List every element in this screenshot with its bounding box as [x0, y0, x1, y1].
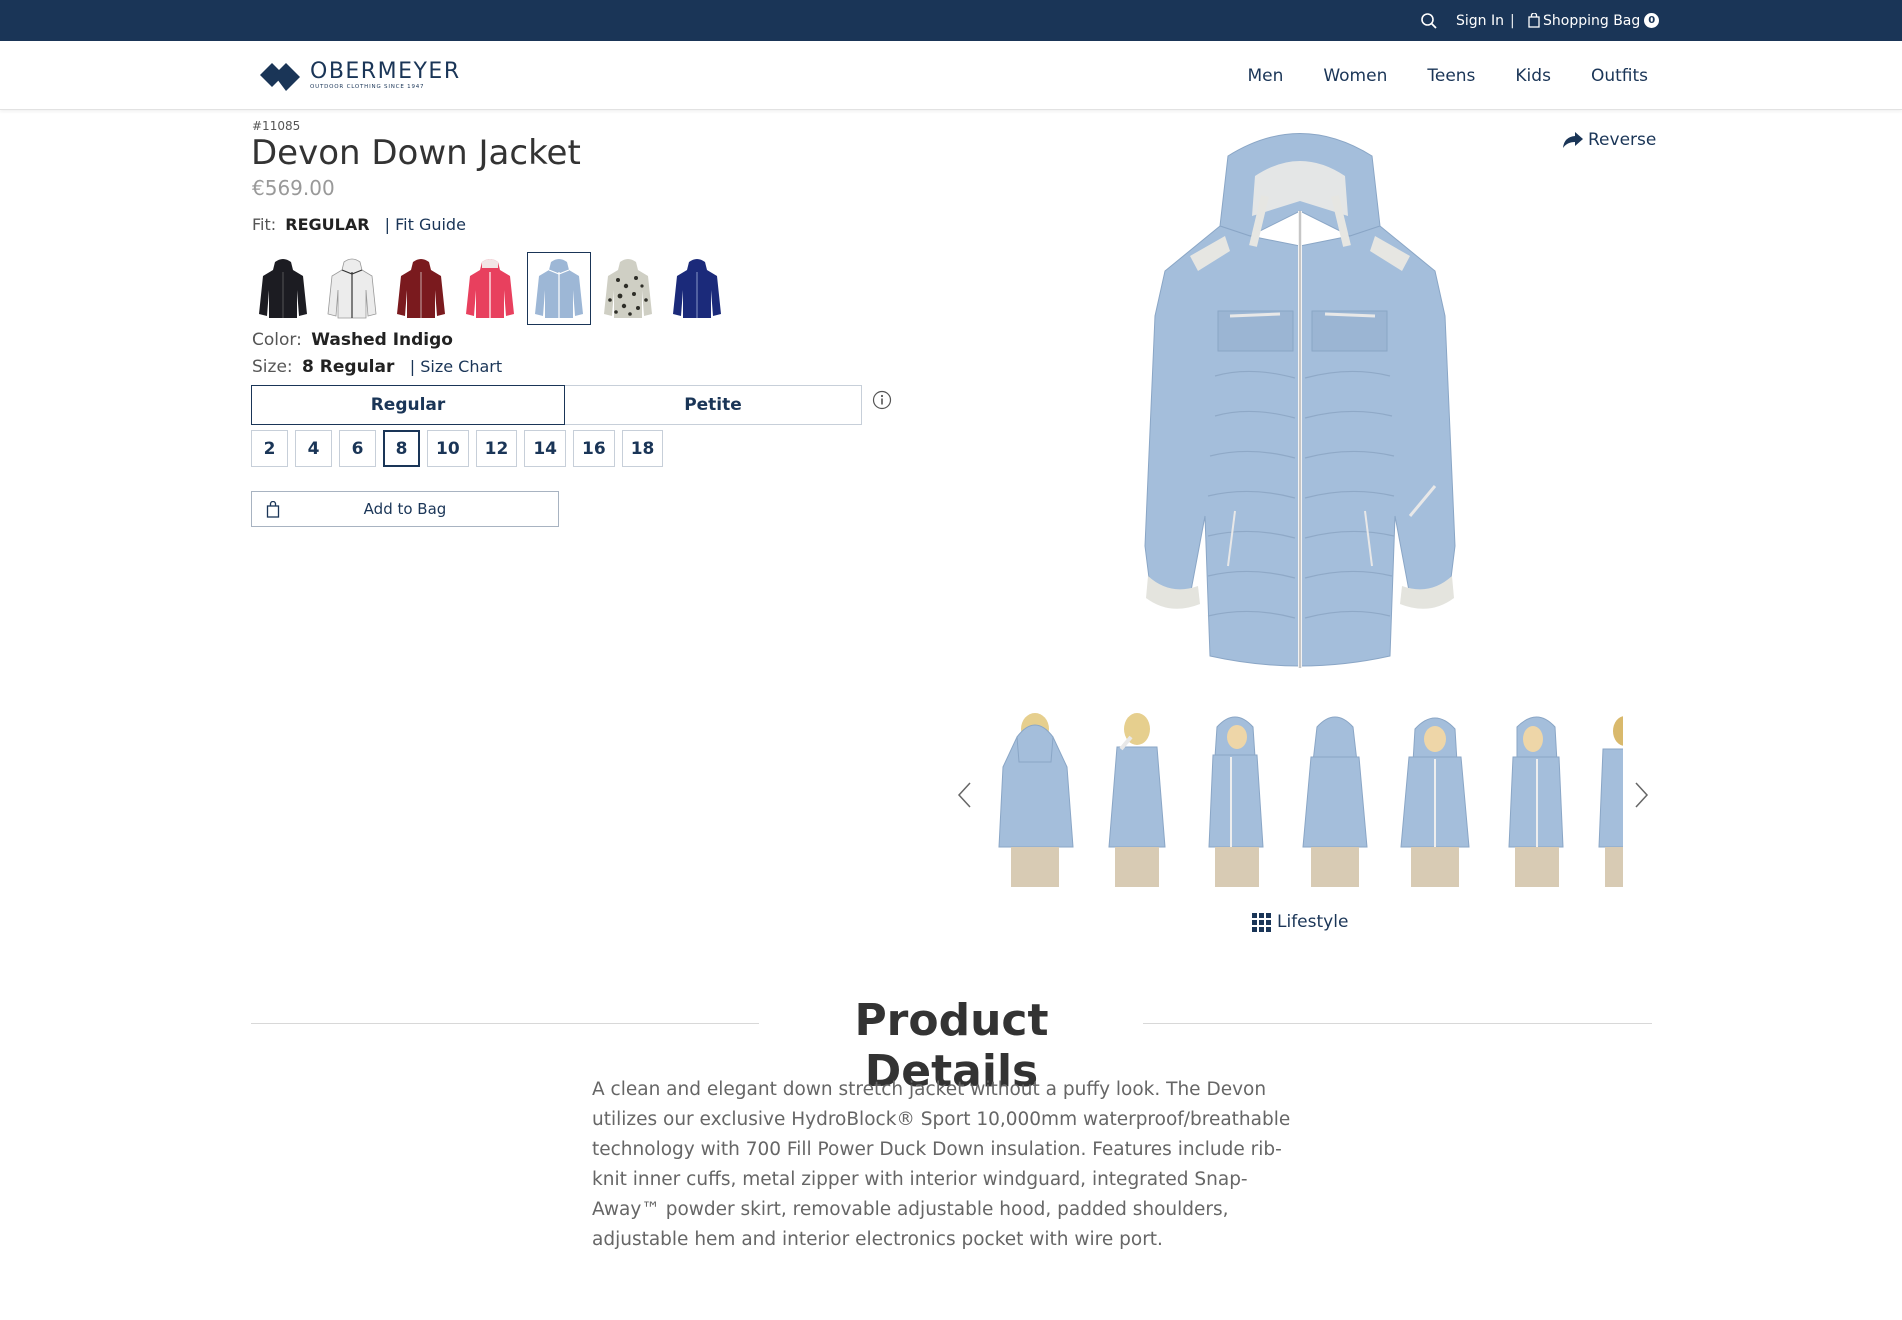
product-price: €569.00 — [252, 176, 335, 200]
size-option[interactable]: 18 — [621, 430, 664, 467]
swatch-black[interactable] — [251, 252, 315, 325]
size-option[interactable]: 16 — [573, 430, 615, 467]
sign-in-link[interactable]: Sign In — [1456, 0, 1504, 41]
fit-value: REGULAR — [285, 215, 370, 234]
bag-count-badge: 0 — [1644, 13, 1660, 28]
thumbnail-hood-side[interactable] — [1185, 706, 1285, 888]
product-title: Devon Down Jacket — [251, 133, 581, 173]
add-to-bag-button[interactable]: Add to Bag — [251, 491, 559, 527]
nav-men[interactable]: Men — [1247, 66, 1283, 86]
share-arrow-icon — [1563, 132, 1583, 148]
grid-icon — [1252, 912, 1271, 932]
divider-left — [251, 1023, 759, 1024]
lifestyle-label: Lifestyle — [1277, 912, 1349, 932]
size-option-selected[interactable]: 8 — [383, 430, 420, 467]
color-line: Color: Washed Indigo — [252, 330, 453, 350]
reverse-label: Reverse — [1588, 130, 1657, 150]
size-options: 2 4 6 8 10 12 14 16 18 — [251, 430, 670, 467]
swatch-burgundy[interactable] — [389, 252, 453, 325]
divider-right — [1143, 1023, 1652, 1024]
color-label: Color: — [252, 330, 302, 350]
nav-teens[interactable]: Teens — [1427, 66, 1475, 86]
main-header: OBERMEYER OUTDOOR CLOTHING SINCE 1947 Me… — [0, 41, 1902, 110]
swatch-navy[interactable] — [665, 252, 729, 325]
fit-label: Fit: — [252, 215, 277, 234]
size-option[interactable]: 4 — [295, 430, 332, 467]
logo-name: OBERMEYER — [310, 58, 461, 84]
main-product-image[interactable] — [1050, 116, 1560, 686]
swatch-white[interactable] — [320, 252, 384, 325]
shopping-bag-icon — [1528, 13, 1540, 28]
chevron-left-icon[interactable] — [955, 780, 975, 810]
shopping-bag-link[interactable]: Shopping Bag 0 — [1528, 0, 1660, 41]
size-option[interactable]: 2 — [251, 430, 288, 467]
nav-women[interactable]: Women — [1323, 66, 1387, 86]
nav-kids[interactable]: Kids — [1515, 66, 1551, 86]
size-option[interactable]: 6 — [339, 430, 376, 467]
size-option[interactable]: 12 — [475, 430, 518, 467]
size-label: Size: — [252, 357, 293, 377]
topbar-separator: | — [1510, 12, 1515, 29]
swatch-washed-indigo[interactable] — [527, 252, 591, 325]
swatch-print[interactable] — [596, 252, 660, 325]
product-description: A clean and elegant down stretch jacket … — [592, 1079, 1291, 1250]
info-icon[interactable] — [872, 390, 892, 414]
thumbnail-carousel — [955, 706, 1655, 888]
fit-line: Fit: REGULAR | Fit Guide — [252, 215, 466, 234]
product-sku: #11085 — [252, 119, 301, 133]
swatch-pink[interactable] — [458, 252, 522, 325]
thumbnail-hood-front[interactable] — [1385, 706, 1485, 888]
thumbnail-hood-three-quarter[interactable] — [1485, 706, 1585, 888]
thumbnail-hood-back[interactable] — [1285, 706, 1385, 888]
color-value: Washed Indigo — [311, 330, 453, 350]
shopping-bag-label: Shopping Bag — [1543, 12, 1641, 29]
fit-petite-button[interactable]: Petite — [565, 385, 862, 425]
obermeyer-logo[interactable]: OBERMEYER OUTDOOR CLOTHING SINCE 1947 — [254, 55, 461, 95]
size-chart-link[interactable]: | Size Chart — [410, 357, 502, 376]
bag-icon — [266, 501, 280, 518]
color-swatches — [251, 252, 734, 325]
size-value: 8 Regular — [302, 357, 395, 377]
thumbnail-back[interactable] — [985, 706, 1085, 888]
search-icon[interactable] — [1420, 0, 1438, 41]
fit-regular-button[interactable]: Regular — [251, 385, 565, 425]
size-option[interactable]: 14 — [524, 430, 567, 467]
logo-tagline: OUTDOOR CLOTHING SINCE 1947 — [310, 83, 425, 90]
fit-guide-link[interactable]: | Fit Guide — [385, 215, 466, 234]
thumbnail-partial[interactable] — [1585, 706, 1623, 888]
utility-bar: Sign In | Shopping Bag 0 — [0, 0, 1902, 41]
add-to-bag-label: Add to Bag — [363, 500, 447, 518]
size-option[interactable]: 10 — [427, 430, 469, 467]
lifestyle-button[interactable]: Lifestyle — [1252, 912, 1348, 932]
chevron-right-icon[interactable] — [1631, 780, 1651, 810]
nav-outfits[interactable]: Outfits — [1591, 66, 1648, 86]
size-line: Size: 8 Regular | Size Chart — [252, 357, 502, 377]
main-nav: Men Women Teens Kids Outfits — [1207, 41, 1648, 110]
thumbnail-strip — [985, 706, 1623, 888]
fit-toggle: Regular Petite — [251, 385, 862, 425]
thumbnail-side[interactable] — [1085, 706, 1185, 888]
logo-mark-icon — [260, 63, 300, 91]
reverse-button[interactable]: Reverse — [1562, 130, 1656, 150]
